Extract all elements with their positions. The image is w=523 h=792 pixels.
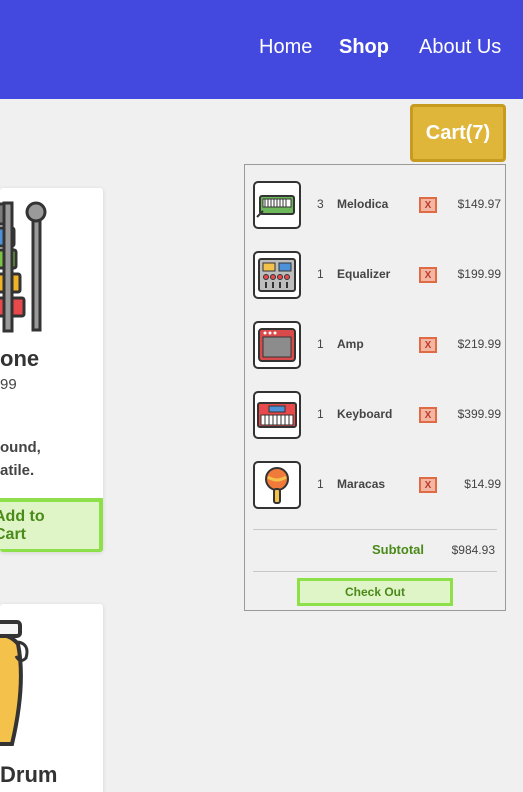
remove-item-button[interactable]: X <box>419 337 437 353</box>
keyboard-icon <box>253 391 301 439</box>
add-to-cart-button[interactable]: Add to Cart <box>0 498 103 552</box>
maracas-icon <box>253 461 301 509</box>
product-name: Drum <box>0 762 58 787</box>
item-name: Equalizer <box>337 267 391 281</box>
item-price: $399.99 <box>457 407 501 421</box>
subtotal-value: $984.93 <box>451 543 495 557</box>
product-price: 99 <box>0 376 17 393</box>
drum-icon <box>0 620 29 746</box>
checkout-button[interactable]: Check Out <box>297 578 453 606</box>
description-line: ound, <box>0 439 41 456</box>
item-quantity: 1 <box>317 267 324 281</box>
remove-item-button[interactable]: X <box>419 477 437 493</box>
item-quantity: 3 <box>317 197 324 211</box>
item-price: $219.99 <box>457 337 501 351</box>
item-price: $199.99 <box>457 267 501 281</box>
xylophone-icon <box>0 201 47 333</box>
divider <box>253 571 497 572</box>
product-description: ound, atile. <box>0 436 41 482</box>
cart-item: 1 Maracas X $14.99 <box>253 461 501 509</box>
equalizer-icon <box>253 251 301 299</box>
remove-item-button[interactable]: X <box>419 197 437 213</box>
item-quantity: 1 <box>317 337 324 351</box>
product-name: one <box>0 346 40 371</box>
nav-home-link[interactable]: Home <box>259 36 319 59</box>
nav-about-link[interactable]: About Us <box>419 36 509 59</box>
item-price: $14.99 <box>464 477 501 491</box>
product-card: Drum <box>0 604 103 792</box>
amp-icon <box>253 321 301 369</box>
site-header: Home Shop About Us <box>0 0 523 99</box>
cart-panel: 3 Melodica X $149.97 1 Equalizer X $199.… <box>244 164 506 611</box>
cart-item: 1 Keyboard X $399.99 <box>253 391 501 439</box>
divider <box>253 529 497 530</box>
subtotal-label: Subtotal <box>372 542 424 557</box>
item-quantity: 1 <box>317 407 324 421</box>
cart-item: 1 Amp X $219.99 <box>253 321 501 369</box>
cart-item: 1 Equalizer X $199.99 <box>253 251 501 299</box>
remove-item-button[interactable]: X <box>419 267 437 283</box>
item-name: Keyboard <box>337 407 393 421</box>
melodica-icon <box>253 181 301 229</box>
item-quantity: 1 <box>317 477 324 491</box>
item-name: Amp <box>337 337 364 351</box>
cart-button[interactable]: Cart(7) <box>410 104 506 162</box>
cart-item: 3 Melodica X $149.97 <box>253 181 501 229</box>
item-name: Melodica <box>337 197 389 211</box>
product-card: one 99 ound, atile. Add to Cart <box>0 188 103 552</box>
item-price: $149.97 <box>457 197 501 211</box>
description-line: atile. <box>0 462 35 479</box>
item-name: Maracas <box>337 477 386 491</box>
remove-item-button[interactable]: X <box>419 407 437 423</box>
nav-shop-link[interactable]: Shop <box>339 36 389 59</box>
